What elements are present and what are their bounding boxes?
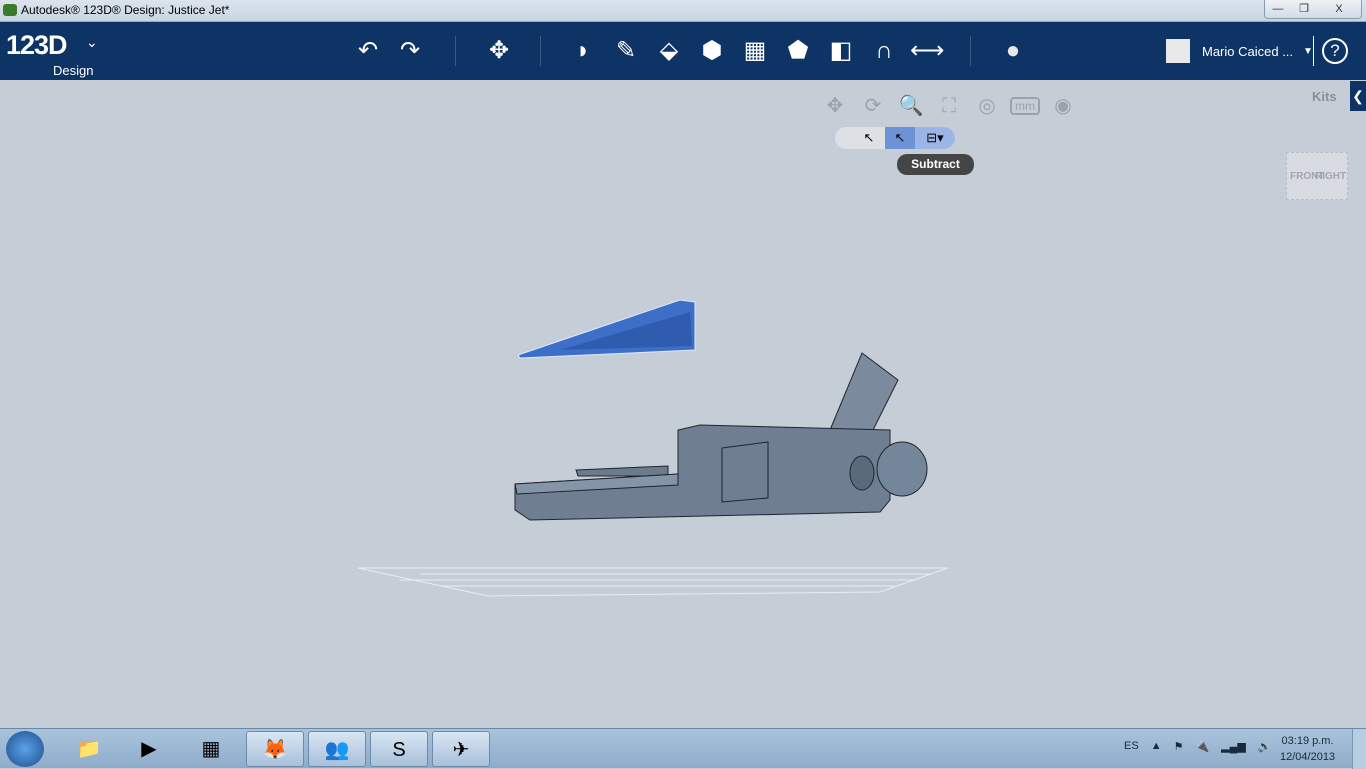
measure-button[interactable]: ⟷ [910,34,944,68]
snap-button[interactable]: ∩ [867,34,901,68]
messenger-icon[interactable]: 👥 [308,731,366,767]
jet-body[interactable] [514,352,928,521]
title-bar: Autodesk® 123D® Design: Justice Jet* — ❐… [0,0,1366,22]
grouping-button[interactable]: ⬟ [781,34,815,68]
units-button[interactable]: mm [1010,97,1040,115]
avatar [1166,39,1190,63]
select-cursor-icon[interactable]: ↖ [853,127,885,149]
kits-panel-toggle[interactable]: ❮ [1350,81,1366,111]
transform-button[interactable]: ✥ [482,34,516,68]
subtract-tool-icon[interactable]: ⊟▾ [915,127,955,149]
viewport-canvas[interactable] [0,80,1366,728]
material-button[interactable]: ● [996,34,1030,68]
navigation-bar: ✥ ⟳ 🔍 ⛶ ◎ mm ◉ [820,92,1078,120]
select-active-icon[interactable]: ↖ [885,127,915,149]
modify-button[interactable]: ⬢ [695,34,729,68]
action-center-flag-icon[interactable]: ⚑ [1174,740,1184,753]
primitives-button[interactable]: ◗ [566,34,600,68]
power-icon[interactable]: 🔌 [1195,740,1209,753]
restore-button[interactable]: ❐ [1291,0,1317,18]
redo-button[interactable]: ↷ [393,34,427,68]
tooltip: Subtract [897,154,974,175]
explorer-icon[interactable]: 📁 [60,731,118,767]
show-desktop-button[interactable] [1352,729,1366,769]
close-button[interactable]: X [1317,0,1361,18]
show-hidden-icons-icon[interactable]: ▲ [1151,740,1162,753]
zoom-icon[interactable]: 🔍 [896,92,926,120]
orbit-icon[interactable]: ⟳ [858,92,888,120]
grip-handle[interactable] [835,127,853,149]
app-icon-taskbar[interactable]: ▦ [182,731,240,767]
clock-time: 03:19 p.m. [1281,735,1334,747]
volume-icon[interactable]: 🔊 [1258,740,1272,753]
help-button[interactable]: ? [1322,38,1348,64]
viewcube-right[interactable]: RIGHT [1315,171,1346,182]
clock[interactable]: 03:19 p.m. 12/04/2013 [1280,733,1335,765]
language-indicator[interactable]: ES [1124,740,1139,753]
chevron-down-icon: ⌄ [86,34,98,50]
view-style-icon[interactable]: ◎ [972,92,1002,120]
app-icon [3,4,17,16]
construct-button[interactable]: ⬙ [652,34,686,68]
window-title: Autodesk® 123D® Design: Justice Jet* [21,3,230,17]
taskbar: 📁 ▶ ▦ 🦊 👥 S ✈ ES ▲ ⚑ 🔌 ▂▄▆ 🔊 03:19 p.m. … [0,728,1366,769]
grid-plane [357,567,949,597]
network-icon[interactable]: ▂▄▆ [1221,740,1246,753]
123d-design-icon[interactable]: ✈ [432,731,490,767]
clock-date: 12/04/2013 [1280,751,1336,763]
selection-toolbar: ↖ ↖ ⊟▾ [835,127,955,149]
sketch-button[interactable]: ✎ [609,34,643,68]
undo-button[interactable]: ↶ [351,34,385,68]
combine-button[interactable]: ◧ [824,34,858,68]
fit-icon[interactable]: ⛶ [934,92,964,120]
dropdown-arrow-icon: ▼ [1303,45,1313,57]
skype-icon[interactable]: S [370,731,428,767]
pan-icon[interactable]: ✥ [820,92,850,120]
view-cube[interactable]: FRONT RIGHT [1286,152,1348,200]
media-player-icon[interactable]: ▶ [120,731,178,767]
minimize-button[interactable]: — [1265,0,1291,18]
firefox-icon[interactable]: 🦊 [246,731,304,767]
start-button[interactable] [6,731,44,767]
logo-text: 123D [6,30,68,60]
user-name: Mario Caiced ... [1202,43,1294,59]
main-toolbar: 123D ⌄ Design ↶ ↷ ✥ ◗ ✎ ⬙ ⬢ ▦ ⬟ ◧ ∩ ⟷ ● … [0,22,1366,80]
user-menu[interactable]: Mario Caiced ... ▼ [1166,39,1313,63]
visibility-icon[interactable]: ◉ [1048,92,1078,120]
app-menu-logo[interactable]: 123D ⌄ Design [6,30,98,78]
pattern-button[interactable]: ▦ [738,34,772,68]
selected-wing-part[interactable] [517,299,696,359]
logo-subtext: Design [53,63,94,78]
kits-label[interactable]: Kits [1312,89,1337,104]
